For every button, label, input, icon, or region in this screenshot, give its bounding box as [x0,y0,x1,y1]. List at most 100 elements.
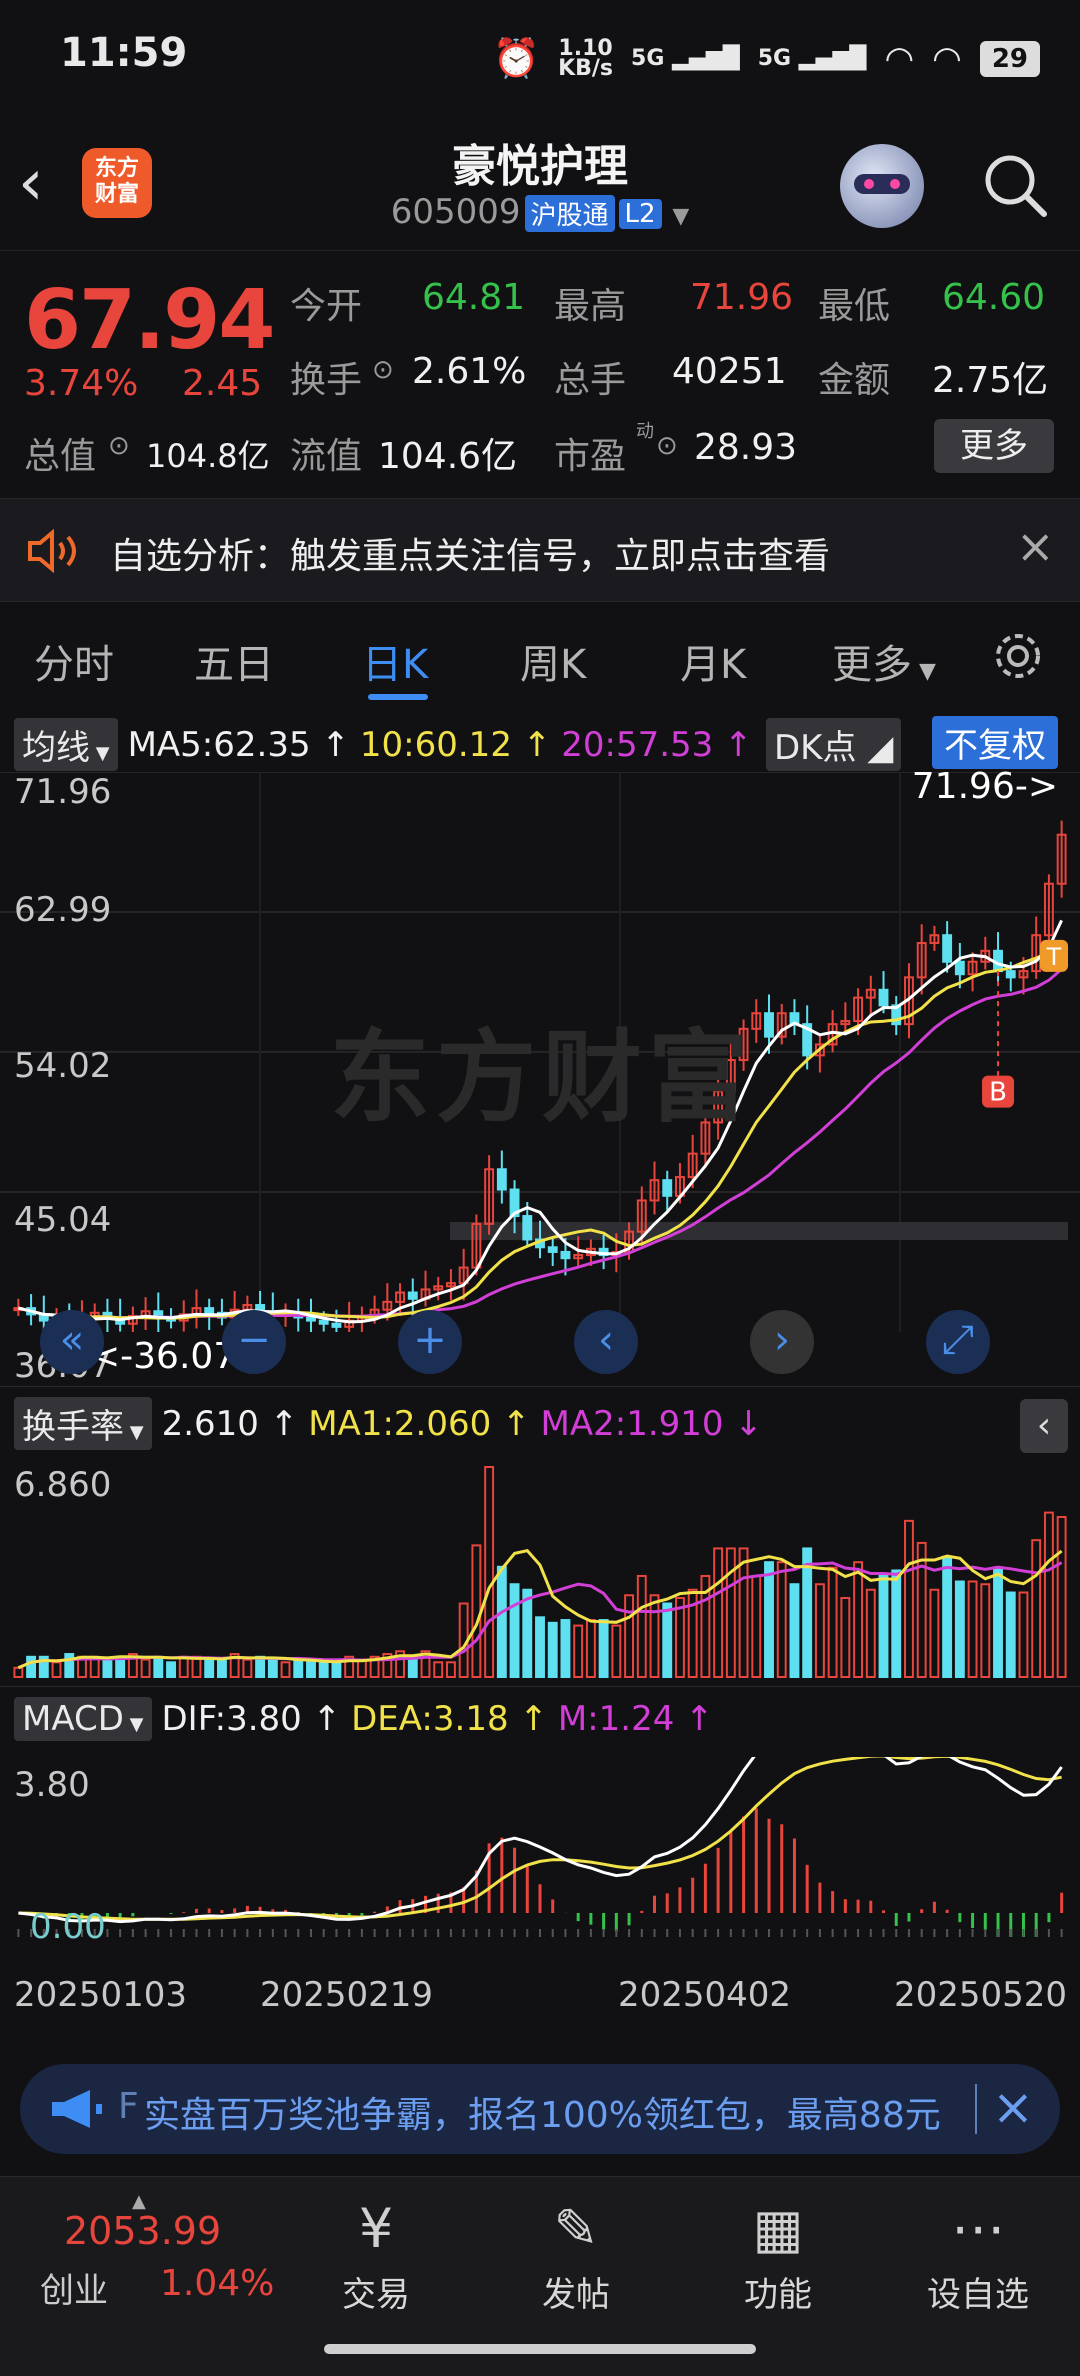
candle-body [318,1319,329,1325]
buy-marker-label: B [989,1078,1007,1108]
pe-label: 市盈 [554,436,627,477]
scroll-right-button[interactable]: › [750,1310,814,1374]
more-button[interactable]: 更多 [934,419,1054,473]
turnover-bar [827,1566,838,1678]
wifi-icon-2: ◠ [932,38,962,79]
turnover-bar [942,1555,953,1678]
turnover-bar [611,1624,622,1678]
turnover-bar [1043,1511,1054,1678]
level2-tag: L2 [618,198,662,229]
info-icon[interactable]: ⊙ [656,431,678,461]
macd-dea: DEA:3.18 ↑ [351,1699,548,1739]
alert-text: 自选分析：触发重点关注信号，立即点击查看 [110,536,831,577]
volume-value: 40251 [672,351,787,392]
info-icon[interactable]: ⊙ [372,355,394,385]
tab-daily-k[interactable]: 日K [362,632,428,690]
ma20-value: 20:57.53 ↑ [561,724,753,765]
settings-gear-icon[interactable] [990,628,1046,684]
turnover-bar [445,1661,456,1678]
open-label: 今开 [290,286,363,327]
collapse-panel-button[interactable]: ‹ [1020,1399,1068,1453]
index-change[interactable]: 1.04% [160,2263,274,2304]
nav-add-watchlist[interactable]: ⋯ 设自选 [908,2197,1048,2316]
scroll-left-button[interactable]: ‹ [574,1310,638,1374]
change-amount: 2.45 [182,363,263,404]
stock-code: 605009 [390,192,521,232]
candle-body [942,934,953,963]
speaker-icon [28,529,76,573]
index-name[interactable]: 创业 [40,2263,108,2312]
turnover-bar [967,1580,978,1678]
turnover-bar [318,1661,329,1678]
fullscreen-icon[interactable]: ⤢ [926,1310,990,1374]
tab-intraday[interactable]: 分时 [34,632,114,690]
turnover-bar [1005,1591,1016,1679]
turnover-selector[interactable]: 换手率 ▼ [14,1397,152,1450]
index-value[interactable]: 2053.99 [64,2209,221,2253]
turnover-ma2: MA2:1.910 ↓ [540,1403,763,1444]
analysis-alert[interactable]: 自选分析：触发重点关注信号，立即点击查看 × [0,498,1080,602]
zoom-out-button[interactable]: − [222,1310,286,1374]
macd-dif: DIF:3.80 ↑ [161,1699,342,1739]
assistant-robot-icon[interactable] [840,144,924,228]
turnover-bar [509,1583,520,1678]
adjustment-toggle[interactable]: 不复权 [932,716,1058,769]
alarm-icon: ⏰ [492,36,541,80]
turnover-bar-chart[interactable] [0,1457,1080,1687]
turnover-bar [624,1594,635,1678]
date-tick: 20250219 [260,1975,434,2015]
turnover-bar [484,1466,495,1678]
turnover-bar [64,1653,75,1678]
turnover-bar [814,1583,825,1678]
promo-banner[interactable]: F 实盘百万奖池争霸，报名100%领红包，最高88元 × [20,2064,1060,2154]
net-speed: 1.10 KB/s [558,35,614,81]
macd-selector[interactable]: MACD ▼ [14,1697,152,1741]
scroll-left-fast-button[interactable]: « [40,1310,104,1374]
edit-icon: ✎ [553,2197,599,2260]
turnover-bar [140,1658,151,1679]
tab-more[interactable]: 更多 ▼ [832,632,936,690]
nav-trade[interactable]: ¥ 交易 [306,2197,446,2316]
zoom-in-button[interactable]: + [398,1310,462,1374]
turnover-current: 2.610 ↑ [161,1403,299,1444]
turnover-bar [26,1655,37,1678]
turnover-bar [993,1566,1003,1678]
turnover-bar [789,1583,800,1678]
turnover-bar [1056,1516,1067,1679]
candle-body [331,1322,342,1328]
nav-post[interactable]: ✎ 发帖 [506,2197,646,2316]
nav-functions[interactable]: ▦ 功能 [708,2197,848,2316]
tab-five-day[interactable]: 五日 [194,632,274,690]
indicator-selector[interactable]: 均线 ▼ [14,718,118,771]
turnover-legend: 换手率 ▼ 2.610 ↑ MA1:2.060 ↑ MA2:1.910 ↓ [14,1397,763,1450]
tab-monthly-k[interactable]: 月K [680,632,746,690]
turnover-bar [267,1658,278,1679]
search-icon[interactable] [980,150,1050,220]
turnover-bar [166,1661,176,1678]
macd-panel: MACD ▼ DIF:3.80 ↑ DEA:3.18 ↑ M:1.24 ↑ 3.… [0,1686,1080,2015]
signal-icon: 5G ▂▄▆█ [631,46,740,71]
dropdown-icon[interactable]: ▼ [672,204,689,229]
macd-chart[interactable] [0,1757,1080,1937]
date-tick: 20250520 [894,1975,1068,2015]
close-icon[interactable]: × [992,2078,1034,2136]
active-tab-indicator [368,694,428,700]
turnover-bar [662,1602,673,1678]
candle-body [662,1179,673,1197]
candle-body [522,1215,533,1241]
nav-label: 交易 [342,2275,410,2315]
high-value: 71.96 [690,277,794,318]
turnover-bar [776,1561,787,1678]
candle-body [764,1012,774,1038]
date-tick: 20250103 [14,1975,188,2015]
tab-weekly-k[interactable]: 周K [520,632,586,690]
close-icon[interactable]: × [1016,519,1055,573]
turnover-bar [904,1519,914,1679]
y-tick: 3.80 [14,1765,90,1805]
dk-point-toggle[interactable]: DK点 ◢ [766,718,902,771]
turnover-bar [764,1561,774,1678]
info-icon[interactable]: ⊙ [108,431,130,461]
pe-value: 28.93 [694,427,798,468]
home-indicator [324,2344,756,2354]
candle-body [560,1250,571,1260]
